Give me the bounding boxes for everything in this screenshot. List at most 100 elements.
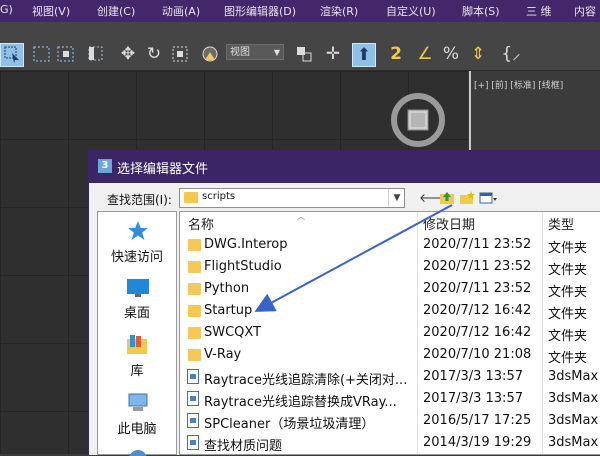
- menu-item-content[interactable]: 内容: [574, 3, 596, 19]
- angle-snap-icon[interactable]: ∠: [414, 43, 436, 65]
- desktop-icon: [126, 278, 150, 298]
- file-row[interactable]: SWCQXT 2020/7/12 16:42 文件夹: [180, 322, 600, 344]
- menu-item-3d[interactable]: 三 维: [526, 3, 552, 19]
- dialog-title: 选择编辑器文件: [117, 162, 209, 177]
- column-header-date[interactable]: 修改日期: [423, 214, 475, 233]
- folder-icon: [188, 349, 201, 361]
- maxscript-file-icon: [187, 413, 199, 428]
- menu-item-create[interactable]: 创建(C): [97, 3, 135, 19]
- file-row[interactable]: V-Ray 2020/7/10 21:08 文件夹: [180, 344, 600, 366]
- file-name: 查找材质问题: [204, 439, 283, 454]
- move-icon[interactable]: ✥: [117, 43, 139, 65]
- file-date: 2020/7/11 23:52: [423, 281, 532, 296]
- file-name: DWG.Interop: [204, 237, 288, 252]
- menu-item-rendering[interactable]: 渲染(R): [320, 3, 358, 19]
- look-in-label: 查找范围(I):: [107, 193, 172, 207]
- named-selection-icon[interactable]: {⸝: [500, 43, 522, 65]
- file-name: SWCQXT: [204, 325, 262, 340]
- file-date: 2020/7/11 23:52: [423, 259, 532, 274]
- back-icon[interactable]: 🡐: [419, 190, 451, 206]
- spinner-snap-icon[interactable]: ⇕: [467, 43, 489, 65]
- file-type: 文件夹: [548, 241, 588, 256]
- file-name: FlightStudio: [204, 259, 282, 274]
- pivot-icon[interactable]: [293, 43, 315, 65]
- window-crossing-icon[interactable]: [55, 43, 77, 65]
- sidebar-label: 快速访问: [110, 250, 163, 265]
- file-date: 2020/7/11 23:52: [423, 237, 532, 252]
- column-header-type[interactable]: 类型: [548, 214, 574, 233]
- file-type: 文件夹: [548, 263, 588, 278]
- viewcube-icon[interactable]: [388, 90, 448, 150]
- sort-ascending-icon: ︿: [297, 212, 305, 221]
- menu-bar: G) 视图(V) 创建(C) 动画(A) 图形编辑器(D) 渲染(R) 自定义(…: [0, 0, 600, 22]
- percent-snap-icon[interactable]: %: [440, 43, 462, 65]
- this-pc-icon: [127, 392, 149, 414]
- file-type: 3dsMax: [548, 369, 599, 384]
- menu-item-view[interactable]: 视图(V): [32, 3, 70, 19]
- file-name: Python: [204, 281, 250, 296]
- file-type: 文件夹: [548, 285, 588, 300]
- select-icon[interactable]: [0, 43, 24, 67]
- file-name: Raytrace光线追踪清除(+关闭对...: [204, 373, 408, 388]
- chevron-down-icon: ▼: [273, 48, 280, 57]
- reference-coordinate-select[interactable]: 视图 ▼: [226, 44, 284, 60]
- sidebar-label: 库: [130, 364, 144, 379]
- dialog-title-bar[interactable]: 3 选择编辑器文件: [89, 151, 600, 183]
- up-folder-icon[interactable]: [439, 190, 455, 206]
- maxscript-file-icon: [187, 391, 199, 406]
- menu-item-partial[interactable]: G): [0, 3, 13, 16]
- library-icon: [126, 334, 150, 356]
- max-app-icon: 3: [98, 159, 112, 173]
- file-date: 2016/5/17 17:25: [423, 413, 532, 428]
- look-in-value: scripts: [202, 191, 236, 202]
- file-row[interactable]: SPCleaner（场景垃圾清理） 2016/5/17 17:25 3dsMax: [180, 410, 600, 432]
- menu-item-animation[interactable]: 动画(A): [162, 3, 200, 19]
- places-sidebar: 快速访问 桌面 库 此电脑: [97, 211, 177, 456]
- file-date: 2014/3/19 19:29: [423, 435, 532, 450]
- viewport-label[interactable]: [+] [前] [标准] [线框]: [474, 78, 563, 91]
- menu-item-customize[interactable]: 自定义(U): [386, 3, 436, 19]
- file-type: 文件夹: [548, 351, 588, 366]
- quick-access-icon: [127, 220, 149, 242]
- region-select-icon-2[interactable]: [85, 43, 107, 65]
- file-row[interactable]: DWG.Interop 2020/7/11 23:52 文件夹: [180, 234, 600, 256]
- folder-icon: [188, 261, 201, 273]
- file-name: Raytrace光线追踪替换成VRay...: [204, 395, 397, 410]
- file-name: Startup: [204, 303, 253, 318]
- file-row[interactable]: Startup 2020/7/12 16:42 文件夹: [180, 300, 600, 322]
- view-menu-icon[interactable]: [479, 190, 497, 206]
- file-type: 3dsMax: [548, 391, 599, 406]
- file-row[interactable]: Raytrace光线追踪清除(+关闭对... 2017/3/3 13:57 3d…: [180, 366, 600, 388]
- menu-item-scripting[interactable]: 脚本(S): [462, 3, 500, 19]
- chevron-down-icon[interactable]: ▼: [388, 189, 405, 207]
- sidebar-label: 此电脑: [117, 422, 157, 437]
- file-list: 名称 ︿ 修改日期 类型 DWG.Interop 2020/7/11 23:52…: [179, 211, 600, 455]
- network-icon[interactable]: [127, 448, 149, 456]
- file-date: 2020/7/10 21:08: [423, 347, 532, 362]
- column-header-name[interactable]: 名称: [188, 214, 214, 233]
- region-select-icon[interactable]: [31, 43, 53, 65]
- snap-2-5-icon[interactable]: 2: [385, 43, 407, 65]
- percent-label: %: [442, 44, 460, 64]
- new-folder-icon[interactable]: [459, 190, 475, 206]
- file-row[interactable]: 查找材质问题 2014/3/19 19:29 3dsMax: [180, 432, 600, 454]
- folder-icon: [184, 192, 198, 203]
- mirror-axis-icon[interactable]: ✛: [322, 43, 344, 65]
- snap-label: 2: [390, 44, 402, 64]
- rotate-icon[interactable]: ↻: [143, 43, 165, 65]
- file-row[interactable]: Raytrace光线追踪替换成VRay... 2017/3/3 13:57 3d…: [180, 388, 600, 410]
- menu-item-graph-editors[interactable]: 图形编辑器(D): [224, 3, 296, 19]
- folder-icon: [188, 239, 201, 251]
- maxscript-file-icon: [187, 435, 199, 450]
- file-row[interactable]: Python 2020/7/11 23:52 文件夹: [180, 278, 600, 300]
- file-row[interactable]: FlightStudio 2020/7/11 23:52 文件夹: [180, 256, 600, 278]
- place-icon[interactable]: [199, 43, 221, 65]
- scale-icon[interactable]: [169, 43, 191, 65]
- folder-icon: [188, 305, 201, 317]
- maxscript-file-icon: [187, 369, 199, 384]
- pivot-center-icon[interactable]: ⬆: [352, 43, 376, 67]
- look-in-dropdown[interactable]: scripts ▼: [179, 188, 405, 208]
- reference-coordinate-value: 视图: [230, 47, 250, 58]
- file-type: 文件夹: [548, 307, 588, 322]
- file-date: 2017/3/3 13:57: [423, 369, 523, 384]
